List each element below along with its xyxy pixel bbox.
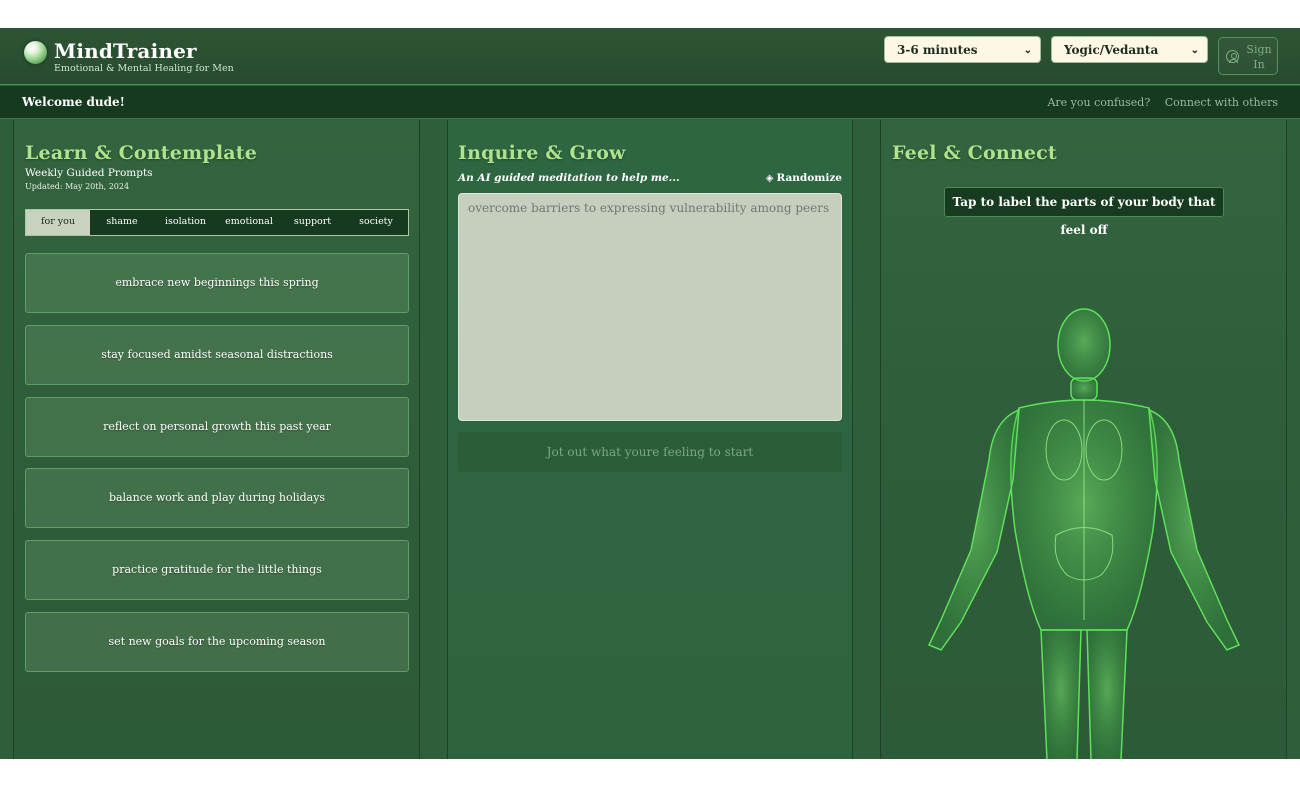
left-arm-region[interactable] [927, 408, 1020, 651]
user-icon [1226, 50, 1239, 63]
top-bar: MindTrainer Emotional & Mental Healing f… [0, 28, 1300, 85]
prompt-card[interactable]: practice gratitude for the little things [25, 540, 409, 600]
neck-region[interactable] [1070, 377, 1098, 401]
tab-shame[interactable]: shame [90, 210, 154, 235]
tab-for-you[interactable]: for you [26, 210, 90, 235]
right-leg-region[interactable] [1086, 629, 1128, 759]
right-arm-region[interactable] [1148, 408, 1241, 651]
inquire-panel: Inquire & Grow An AI guided meditation t… [447, 120, 853, 759]
prompt-card[interactable]: reflect on personal growth this past yea… [25, 397, 409, 457]
connect-link[interactable]: Connect with others [1165, 96, 1278, 109]
welcome-bar: Welcome dude! Are you confused? Connect … [0, 86, 1300, 119]
cube-icon: ◈ [765, 173, 774, 184]
duration-select[interactable]: 3-6 minutes ⌄ [884, 36, 1041, 63]
prompt-tabs: for you shame isolation emotional suppor… [25, 209, 409, 236]
start-button[interactable]: Jot out what youre feeling to start [458, 432, 842, 472]
brand-subtitle: Emotional & Mental Healing for Men [54, 63, 234, 74]
prompt-card[interactable]: stay focused amidst seasonal distraction… [25, 325, 409, 385]
feel-title: Feel & Connect [892, 142, 1057, 164]
top-links: Are you confused? Connect with others [1036, 96, 1278, 109]
prompt-card[interactable]: embrace new beginnings this spring [25, 253, 409, 313]
body-tip: Tap to label the parts of your body that… [944, 187, 1224, 237]
feel-panel: Feel & Connect Tap to label the parts of… [880, 120, 1287, 759]
tradition-select[interactable]: Yogic/Vedanta ⌄ [1051, 36, 1208, 63]
body-map [927, 308, 1241, 759]
learn-updated: Updated: May 20th, 2024 [25, 182, 130, 191]
tab-isolation[interactable]: isolation [154, 210, 217, 235]
left-leg-region[interactable] [1040, 629, 1082, 759]
chevron-down-icon: ⌄ [1190, 45, 1199, 56]
brand-title: MindTrainer [54, 39, 197, 63]
brand[interactable]: MindTrainer Emotional & Mental Healing f… [24, 40, 234, 75]
orb-logo-icon [24, 41, 47, 64]
duration-select-value: 3-6 minutes [897, 43, 978, 57]
chevron-down-icon: ⌄ [1023, 45, 1032, 56]
inquire-title: Inquire & Grow [458, 142, 626, 164]
randomize-button[interactable]: ◈ Randomize [766, 172, 842, 184]
learn-title: Learn & Contemplate [25, 142, 258, 164]
welcome-text: Welcome dude! [22, 95, 125, 109]
learn-panel: Learn & Contemplate Weekly Guided Prompt… [13, 120, 420, 759]
prompt-card[interactable]: set new goals for the upcoming season [25, 612, 409, 672]
sign-in-label: Sign In [1246, 43, 1272, 71]
app-window: MindTrainer Emotional & Mental Healing f… [0, 28, 1300, 759]
tab-support[interactable]: support [281, 210, 344, 235]
prompt-card[interactable]: balance work and play during holidays [25, 468, 409, 528]
tradition-select-value: Yogic/Vedanta [1064, 43, 1159, 57]
head-region[interactable] [1057, 308, 1111, 382]
inquire-subtitle: An AI guided meditation to help me... [458, 172, 680, 184]
tab-emotional[interactable]: emotional [217, 210, 281, 235]
randomize-label: Randomize [776, 172, 843, 184]
meditation-input[interactable] [458, 193, 842, 421]
confused-link[interactable]: Are you confused? [1047, 96, 1150, 109]
sign-in-button[interactable]: Sign In [1218, 37, 1278, 75]
learn-subtitle: Weekly Guided Prompts [25, 167, 153, 179]
tab-society[interactable]: society [344, 210, 408, 235]
